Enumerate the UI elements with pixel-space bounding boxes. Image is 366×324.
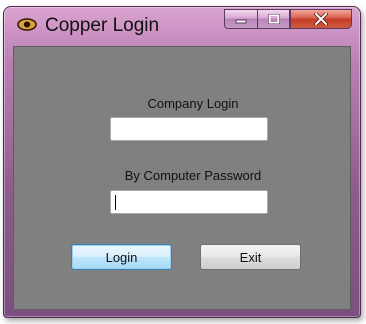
exit-button[interactable]: Exit (200, 244, 301, 270)
minimize-icon (235, 19, 247, 24)
company-login-label: Company Login (147, 96, 239, 111)
password-input[interactable] (110, 190, 268, 214)
login-window: Copper Login Company Login By Computer P… (3, 6, 361, 318)
caption-buttons (224, 9, 352, 31)
close-button[interactable] (290, 9, 352, 29)
maximize-button[interactable] (257, 9, 290, 29)
close-icon (314, 13, 328, 25)
company-login-input[interactable] (110, 117, 268, 141)
password-label: By Computer Password (124, 168, 262, 183)
login-button[interactable]: Login (71, 244, 172, 270)
minimize-button[interactable] (224, 9, 257, 29)
maximize-icon (267, 14, 280, 24)
text-caret (115, 195, 116, 210)
copper-eye-icon (17, 18, 37, 31)
window-title: Copper Login (45, 15, 160, 36)
login-panel: Company Login By Computer Password Login… (13, 46, 351, 310)
title-bar[interactable]: Copper Login (4, 7, 360, 45)
